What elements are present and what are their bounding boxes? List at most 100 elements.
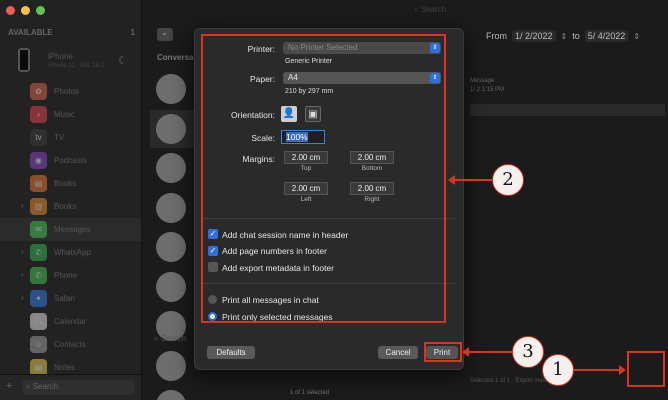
avatar[interactable] [156,74,186,104]
sidebar-item-photos[interactable]: ✿ Photos [0,80,141,103]
zoom-window-button[interactable] [36,6,45,15]
sidebar-item-phone[interactable]: › ✆ Phone [0,264,141,287]
sidebar-item-contacts[interactable]: ☺ Contacts [0,333,141,356]
app-icon: ✦ [30,290,47,307]
step1-badge: 1 [542,354,574,386]
from-label: From [486,31,507,41]
sidebar-item-podcasts[interactable]: ◉ Podcasts [0,149,141,172]
sidebar-item-whatsapp[interactable]: › ✆ WhatsApp [0,241,141,264]
step3-badge: 3 [512,336,544,368]
cancel-button[interactable]: Cancel [378,346,418,359]
app-icon: ▤ [30,175,47,192]
app-icon: ✆ [30,244,47,261]
sidebar-item-label: Notes [54,363,75,372]
step2-badge: 2 [492,164,524,196]
sidebar-item-label: Messages [54,225,91,234]
avatar[interactable] [156,232,186,262]
settings-highlight-box [201,34,446,323]
message-row[interactable] [470,104,665,116]
defaults-button[interactable]: Defaults [207,346,255,359]
message-preview-time: 1/ 2 1:15 PM [470,87,505,93]
stepper-icon[interactable]: ⇕ [561,32,568,41]
sidebar-item-label: WhatsApp [54,248,91,257]
app-icon: ✿ [30,83,47,100]
phone-icon [18,48,30,72]
app-icon: ☺ [30,336,47,353]
chevron-right-icon[interactable]: › [21,270,24,279]
moon-icon: ☾ [118,55,128,67]
sidebar-item-music[interactable]: ♪ Music [0,103,141,126]
chevron-right-icon[interactable]: › [21,247,24,256]
app-window: AVAILABLE 1 iPhone iPhone 12 · iOS 16.1 … [0,0,668,400]
sidebar-item-label: Books [54,179,77,188]
step1-arrow [574,365,626,375]
app-icon: ♪ [30,106,47,123]
sidebar-item-label: Contacts [54,340,86,349]
sidebar-header: AVAILABLE 1 [8,28,135,37]
step3-arrow [462,347,512,357]
stepper-icon[interactable]: ⇕ [633,32,640,41]
sidebar-item-label: Music [54,110,75,119]
sidebar-search-placeholder: Search [32,382,59,391]
sidebar-header-count: 1 [130,28,135,37]
search-icon: ⌕ [154,334,161,343]
to-label: to [572,31,580,41]
search-icon: ⌕ [414,5,421,14]
print-button-highlight-box [424,342,462,362]
avatar[interactable] [156,390,186,400]
conversation-search-input[interactable]: ⌕ Search [154,334,186,344]
avatar[interactable] [156,192,186,223]
sidebar-item-label: Photos [54,87,79,96]
device-name: iPhone [48,52,73,61]
sidebar-item-books[interactable]: ▤ Books [0,172,141,195]
from-date-field[interactable]: 1/ 2/2022 [512,30,556,42]
app-icon: 21 [30,313,47,330]
close-window-button[interactable] [6,6,15,15]
sidebar-item-calendar[interactable]: 21 Calendar [0,310,141,333]
avatar[interactable] [156,113,186,144]
step2-arrow [448,175,492,185]
toolbar-search-label: Search [420,5,447,14]
app-icon: ✆ [30,267,47,284]
export-button-highlight-box [627,351,665,387]
app-icon: tv [30,129,47,146]
message-preview: Message 1/ 2 1:15 PM [470,77,504,95]
app-list: ✿ Photos ♪ Music tv TV ◉ Podcasts ▤ Books › ▥ Books ✉… [0,80,141,379]
date-range: From 1/ 2/2022 ⇕ to 5/ 4/2022 ⇕ [486,30,640,42]
message-preview-title: Message [470,78,495,84]
sidebar-item-messages[interactable]: ✉ Messages [0,218,141,241]
sidebar-item-tv[interactable]: tv TV [0,126,141,149]
status-text: 1 of 1 selected [290,390,330,396]
sidebar-item-label: Podcasts [54,156,87,165]
sidebar-item-label: Calendar [54,317,87,326]
device-item[interactable]: iPhone iPhone 12 · iOS 16.1 ☾ [8,48,138,76]
avatar[interactable] [156,271,186,302]
sidebar-item-label: Books [54,202,77,211]
minimize-window-button[interactable] [21,6,30,15]
avatar[interactable] [156,350,186,381]
sidebar-item-label: Safari [54,294,75,303]
sidebar-search-input[interactable]: ⌕ Search [22,380,134,395]
sidebar-header-label: AVAILABLE [8,28,53,37]
to-date-field[interactable]: 5/ 4/2022 [584,30,629,42]
chevron-right-icon[interactable]: › [21,201,24,210]
app-icon: ◉ [30,152,47,169]
app-icon: ✉ [30,221,47,238]
sidebar: AVAILABLE 1 iPhone iPhone 12 · iOS 16.1 … [0,0,142,400]
chevron-down-icon: ⌄ [161,28,168,37]
sidebar-footer: + ⌕ Search [0,374,141,400]
chevron-right-icon[interactable]: › [21,293,24,302]
conversation-search-placeholder: Search [160,334,187,343]
toolbar-search[interactable]: ⌕ Search [414,5,446,15]
sidebar-item-safari[interactable]: › ✦ Safari [0,287,141,310]
collapse-button[interactable]: ⌄ [157,28,173,41]
add-icon[interactable]: + [6,380,12,392]
window-controls [6,6,45,15]
device-subtitle: iPhone 12 · iOS 16.1 [48,63,104,69]
sidebar-item-label: TV [54,133,65,142]
search-icon: ⌕ [26,382,31,391]
app-icon: ▥ [30,198,47,215]
sidebar-item-label: Phone [54,271,78,280]
avatar[interactable] [156,153,186,183]
sidebar-item-books[interactable]: › ▥ Books [0,195,141,218]
